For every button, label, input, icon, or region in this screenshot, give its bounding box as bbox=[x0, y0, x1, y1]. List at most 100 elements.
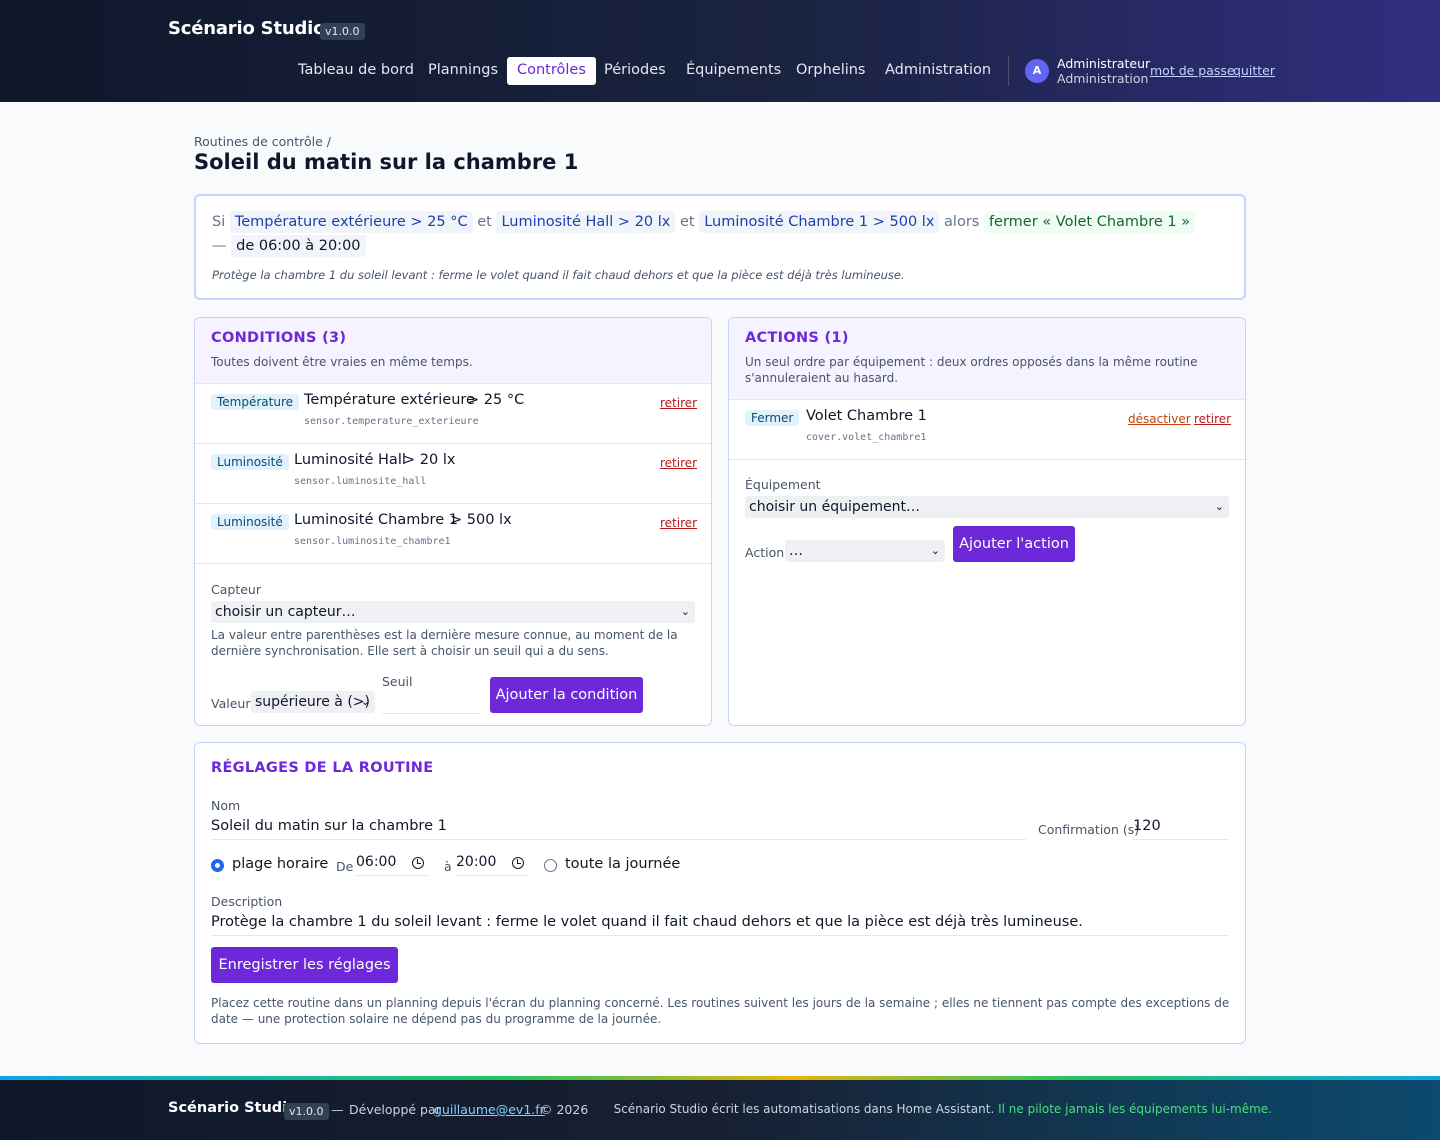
to-label: à bbox=[444, 859, 452, 874]
chevron-down-icon: ⌄ bbox=[1214, 500, 1224, 513]
summary-condition: Luminosité Hall > 20 lx bbox=[496, 211, 676, 233]
actions-title: ACTIONS (1) bbox=[745, 330, 849, 346]
add-condition-button[interactable]: Ajouter la condition bbox=[490, 677, 643, 713]
settings-title: RÉGLAGES DE LA ROUTINE bbox=[211, 760, 434, 776]
summary-si: Si bbox=[212, 214, 226, 230]
sensor-select-value: choisir un capteur… bbox=[215, 604, 356, 620]
nav-periods[interactable]: Périodes bbox=[594, 57, 676, 85]
action-select-value: … bbox=[789, 543, 803, 559]
save-settings-button[interactable]: Enregistrer les réglages bbox=[211, 947, 398, 983]
sensor-label: Capteur bbox=[211, 582, 261, 597]
summary-dash: — bbox=[212, 238, 227, 254]
to-time-input[interactable]: 20:00 bbox=[456, 854, 528, 876]
nav-dashboard[interactable]: Tableau de bord bbox=[288, 57, 424, 85]
operator-select[interactable]: supérieure à (>) ⌄ bbox=[251, 691, 375, 713]
footer-note-text: Scénario Studio écrit les automatisation… bbox=[613, 1102, 995, 1116]
remove-condition-link[interactable]: retirer bbox=[660, 456, 697, 470]
condition-threshold: > 25 °C bbox=[467, 392, 525, 408]
conditions-panel: CONDITIONS (3) Toutes doivent être vraie… bbox=[194, 317, 712, 726]
radio-all-day[interactable] bbox=[544, 859, 557, 872]
name-label: Nom bbox=[211, 798, 241, 813]
footer-version-badge: v1.0.0 bbox=[284, 1103, 329, 1120]
condition-row: Température Température extérieure > 25 … bbox=[195, 384, 711, 444]
version-badge: v1.0.0 bbox=[320, 23, 365, 40]
summary-action: fermer « Volet Chambre 1 » bbox=[983, 211, 1196, 233]
routine-name-input[interactable]: Soleil du matin sur la chambre 1 bbox=[211, 818, 1026, 840]
condition-row: Luminosité Luminosité Chambre 1 > 500 lx… bbox=[195, 504, 711, 564]
avatar: A bbox=[1025, 59, 1049, 83]
logout-link[interactable]: quitter bbox=[1233, 63, 1275, 78]
routine-settings-panel: RÉGLAGES DE LA ROUTINE Nom Soleil du mat… bbox=[194, 742, 1246, 1044]
threshold-input[interactable] bbox=[382, 692, 480, 714]
summary-condition: Luminosité Chambre 1 > 500 lx bbox=[699, 211, 940, 233]
summary-time-range: de 06:00 à 20:00 bbox=[231, 235, 366, 257]
condition-threshold: > 500 lx bbox=[450, 512, 512, 528]
chevron-down-icon: ⌄ bbox=[360, 695, 370, 708]
nav-equipment[interactable]: Équipements bbox=[676, 57, 791, 85]
nav-divider bbox=[1008, 56, 1009, 86]
condition-sensor-name: Luminosité Hall bbox=[294, 452, 406, 468]
from-time-input[interactable]: 06:00 bbox=[356, 854, 428, 876]
condition-sensor-name: Luminosité Chambre 1 bbox=[294, 512, 458, 528]
footer-dev-by: Développé par bbox=[349, 1102, 441, 1117]
condition-threshold: > 20 lx bbox=[403, 452, 456, 468]
user-role: Administration bbox=[1057, 71, 1149, 86]
threshold-label: Seuil bbox=[382, 674, 413, 689]
summary-and: et bbox=[477, 214, 492, 230]
nav-plannings[interactable]: Plannings bbox=[418, 57, 508, 85]
remove-action-link[interactable]: retirer bbox=[1194, 412, 1231, 426]
settings-note: Placez cette routine dans un planning de… bbox=[211, 996, 1230, 1026]
sensor-hint: La valeur entre parenthèses est la derni… bbox=[211, 628, 678, 658]
disable-action-link[interactable]: désactiver bbox=[1128, 412, 1191, 426]
actions-subtitle: Un seul ordre par équipement : deux ordr… bbox=[745, 355, 1198, 385]
nav-administration[interactable]: Administration bbox=[875, 57, 1001, 85]
radio-time-range[interactable] bbox=[211, 859, 224, 872]
remove-condition-link[interactable]: retirer bbox=[660, 396, 697, 410]
sensor-type-tag: Luminosité bbox=[211, 454, 289, 470]
footer-note: Scénario Studio écrit les automatisation… bbox=[614, 1102, 1272, 1116]
summary-and: et bbox=[679, 214, 695, 230]
footer-email-link[interactable]: guillaume@ev1.fr bbox=[434, 1102, 545, 1117]
condition-row: Luminosité Luminosité Hall > 20 lx senso… bbox=[195, 444, 711, 504]
condition-sensor-name: Température extérieure bbox=[304, 392, 475, 408]
add-action-button[interactable]: Ajouter l'action bbox=[953, 526, 1075, 562]
action-type-tag: Fermer bbox=[745, 410, 800, 426]
app-brand[interactable]: Scénario Studio bbox=[168, 18, 325, 39]
summary-then: alors bbox=[944, 214, 980, 230]
chevron-down-icon: ⌄ bbox=[680, 605, 690, 618]
user-name: Administrateur bbox=[1057, 56, 1151, 71]
conditions-subtitle: Toutes doivent être vraies en même temps… bbox=[211, 355, 473, 369]
footer: Scénario Studio v1.0.0 — Développé par g… bbox=[0, 1076, 1440, 1140]
clock-icon bbox=[512, 857, 524, 869]
change-password-link[interactable]: mot de passe bbox=[1150, 63, 1235, 78]
action-label: Action bbox=[745, 545, 785, 560]
footer-brand: Scénario Studio bbox=[168, 1100, 298, 1116]
operator-select-value: supérieure à (>) bbox=[255, 694, 370, 710]
page-title: Soleil du matin sur la chambre 1 bbox=[194, 150, 579, 174]
nav-controls[interactable]: Contrôles bbox=[507, 57, 596, 85]
equipment-select[interactable]: choisir un équipement… ⌄ bbox=[745, 496, 1229, 518]
clock-icon bbox=[412, 857, 424, 869]
action-select[interactable]: … ⌄ bbox=[785, 540, 945, 562]
equipment-label: Équipement bbox=[745, 477, 821, 492]
action-entity-id: cover.volet_chambre1 bbox=[806, 432, 927, 443]
action-equipment-name: Volet Chambre 1 bbox=[806, 408, 927, 424]
equipment-select-value: choisir un équipement… bbox=[749, 499, 920, 515]
nav-orphans[interactable]: Orphelins bbox=[786, 57, 876, 85]
description-input[interactable]: Protège la chambre 1 du soleil levant : … bbox=[211, 914, 1229, 936]
actions-header: ACTIONS (1) Un seul ordre par équipement… bbox=[729, 318, 1245, 400]
from-label: De bbox=[336, 859, 354, 874]
breadcrumb[interactable]: Routines de contrôle / bbox=[194, 134, 331, 149]
remove-condition-link[interactable]: retirer bbox=[660, 516, 697, 530]
all-day-label: toute la journée bbox=[565, 856, 681, 872]
confirmation-input[interactable]: 120 bbox=[1133, 818, 1229, 840]
action-row: Fermer Volet Chambre 1 cover.volet_chamb… bbox=[729, 400, 1245, 460]
summary-description: Protège la chambre 1 du soleil levant : … bbox=[212, 268, 905, 282]
summary-condition: Température extérieure > 25 °C bbox=[229, 211, 473, 233]
sensor-select[interactable]: choisir un capteur… ⌄ bbox=[211, 601, 695, 623]
condition-entity-id: sensor.luminosite_chambre1 bbox=[294, 536, 451, 547]
conditions-title: CONDITIONS (3) bbox=[211, 330, 347, 346]
footer-sep: — bbox=[331, 1102, 344, 1117]
description-label: Description bbox=[211, 894, 283, 909]
footer-stripe bbox=[0, 1076, 1440, 1080]
